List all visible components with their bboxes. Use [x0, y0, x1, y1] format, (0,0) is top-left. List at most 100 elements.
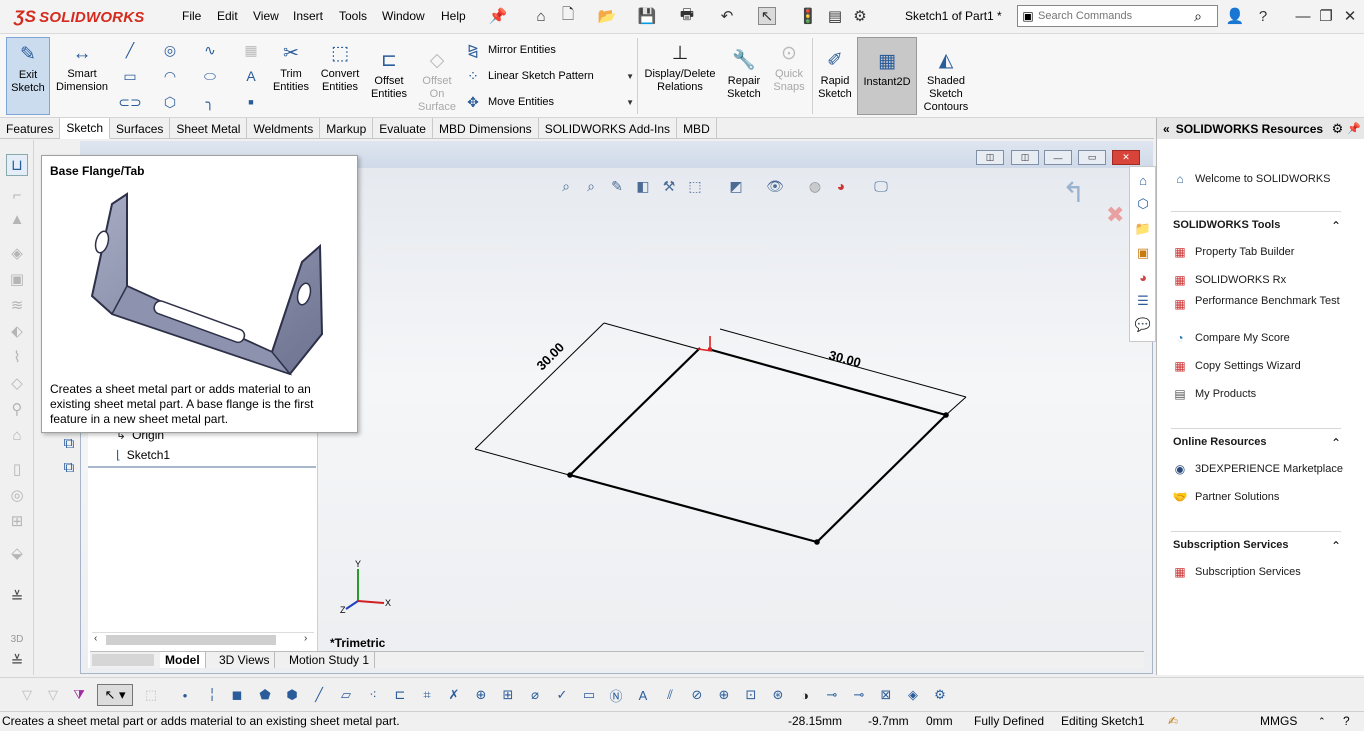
horizontal-scrollbar[interactable]: ‹ ›: [92, 632, 314, 646]
search-input[interactable]: [1038, 10, 1188, 22]
scroll-left-icon[interactable]: ‹: [94, 633, 97, 644]
restore-icon[interactable]: ❐: [1317, 7, 1335, 25]
select-other-icon[interactable]: ⬚: [142, 686, 160, 704]
minimize-icon[interactable]: —: [1294, 7, 1312, 25]
tab-and-slot-icon[interactable]: ⌂: [6, 424, 28, 446]
filter-toggle-icon[interactable]: ▽: [44, 686, 62, 704]
display-delete-relations-button[interactable]: ⊥ Display/Delete Relations: [641, 40, 719, 94]
scroll-right-icon[interactable]: ›: [304, 633, 307, 644]
filter-notes-icon[interactable]: ▭: [580, 686, 598, 704]
open-folder-icon[interactable]: 📂: [598, 7, 617, 25]
hem-icon[interactable]: ◈: [6, 242, 28, 264]
polygon-icon[interactable]: ⬡: [161, 93, 179, 111]
menu-help[interactable]: Help: [441, 9, 466, 23]
user-icon[interactable]: 👤: [1226, 7, 1245, 25]
collapse-double-chevron-icon[interactable]: «: [1163, 122, 1170, 136]
menu-tools[interactable]: Tools: [339, 9, 367, 23]
flatten-icon[interactable]: ⊞: [6, 510, 28, 532]
subscription-services-link[interactable]: ▦ Subscription Services: [1171, 563, 1300, 581]
gear-icon[interactable]: ⚙: [1332, 121, 1344, 137]
file-explorer-icon[interactable]: 📁: [1133, 219, 1153, 239]
dimension-left-label[interactable]: 30.00: [534, 340, 568, 374]
3dexperience-marketplace-link[interactable]: ◉ 3DEXPERIENCE Marketplace: [1171, 460, 1343, 478]
rebuild-icon[interactable]: ✍: [1168, 714, 1178, 728]
copy-settings-wizard-link[interactable]: ▦ Copy Settings Wizard: [1171, 357, 1300, 375]
jog-icon[interactable]: ≋: [6, 294, 28, 316]
filter-geometric-tolerance-icon[interactable]: ✓: [553, 686, 571, 704]
filter-sketch-segments-icon[interactable]: ⊏: [391, 686, 409, 704]
clear-filters-icon[interactable]: ⧩: [70, 686, 88, 704]
undo-icon[interactable]: ↶: [718, 7, 736, 25]
filter-cosmetic-threads-icon[interactable]: ⊕: [715, 686, 733, 704]
chevron-up-icon[interactable]: ⌃: [1331, 539, 1341, 553]
filter-blocks-icon[interactable]: ⊡: [742, 686, 760, 704]
filter-edges-icon[interactable]: ╎: [203, 686, 221, 704]
rebuild-traffic-light-icon[interactable]: 🚦: [799, 7, 818, 25]
display-pane-icon[interactable]: ⧉: [58, 432, 80, 454]
tab-evaluate[interactable]: Evaluate: [373, 118, 433, 139]
unfold-icon[interactable]: ▯: [6, 458, 28, 480]
filter-dimensions-icon[interactable]: ⊞: [499, 686, 517, 704]
spline-icon[interactable]: ∿: [201, 41, 219, 59]
filter-center-marks-icon[interactable]: ✗: [445, 686, 463, 704]
tab-3d-views[interactable]: 3D Views: [214, 652, 276, 668]
circle-icon[interactable]: ◎: [161, 41, 179, 59]
base-flange-icon[interactable]: ⊔: [6, 154, 28, 176]
line-icon[interactable]: ╱: [121, 41, 139, 59]
miter-flange-icon[interactable]: ▲: [6, 208, 28, 230]
text-icon[interactable]: A: [242, 67, 260, 85]
fold-icon[interactable]: ◎: [6, 484, 28, 506]
chevron-down-icon[interactable]: ▼: [626, 72, 634, 81]
trim-entities-button[interactable]: ✂ Trim Entities: [268, 40, 314, 94]
chevron-down-icon[interactable]: ▼: [626, 98, 634, 107]
chevron-down-icon[interactable]: ≚: [6, 650, 28, 672]
filter-mesh-icon[interactable]: ⚙: [931, 686, 949, 704]
shaded-sketch-contours-button[interactable]: ◭ Shaded Sketch Contours: [920, 47, 972, 114]
sketch-point[interactable]: [943, 412, 949, 418]
filter-icon[interactable]: ▽: [18, 686, 36, 704]
3d-icon[interactable]: 3D: [6, 628, 28, 650]
exit-sketch-button[interactable]: ✎ Exit Sketch: [6, 37, 50, 115]
cross-break-icon[interactable]: ⬖: [6, 320, 28, 342]
pin-icon[interactable]: 📌: [489, 7, 508, 25]
welcome-link[interactable]: ⌂ Welcome to SOLIDWORKS: [1171, 170, 1330, 188]
forum-icon[interactable]: 💬: [1133, 315, 1153, 335]
tab-solidworks-addins[interactable]: SOLIDWORKS Add-Ins: [539, 118, 678, 139]
subscription-services-section-header[interactable]: Subscription Services ⌃: [1173, 539, 1341, 553]
rectangle-icon[interactable]: ▭: [121, 67, 139, 85]
smart-dimension-button[interactable]: ↔ Smart Dimension: [54, 40, 110, 94]
edge-flange-icon[interactable]: ⌐: [6, 184, 28, 206]
solidworks-rx-link[interactable]: ▦ SOLIDWORKS Rx: [1171, 271, 1286, 289]
corners-icon[interactable]: ◇: [6, 372, 28, 394]
sketch-line-right[interactable]: [816, 414, 947, 543]
close-icon[interactable]: ✕: [1341, 7, 1359, 25]
custom-properties-icon[interactable]: ☰: [1133, 291, 1153, 311]
solidworks-resources-home-icon[interactable]: ⌂: [1133, 170, 1153, 190]
search-commands-box[interactable]: ▣ ⌕: [1017, 5, 1218, 27]
performance-benchmark-link[interactable]: ▦ Performance Benchmark Test: [1171, 295, 1351, 313]
convert-entities-button[interactable]: ⬚ Convert Entities: [316, 40, 364, 94]
property-tab-builder-link[interactable]: ▦ Property Tab Builder: [1171, 243, 1294, 261]
menu-window[interactable]: Window: [382, 9, 425, 23]
menu-file[interactable]: File: [182, 9, 201, 23]
sketched-bend-icon[interactable]: ▣: [6, 268, 28, 290]
filter-surface-bodies-icon[interactable]: ⬟: [256, 686, 274, 704]
chevron-up-icon[interactable]: ⌃: [1318, 716, 1326, 727]
tab-model[interactable]: Model: [160, 652, 206, 668]
offset-entities-button[interactable]: ⊏ Offset Entities: [366, 47, 412, 101]
chevron-up-icon[interactable]: ⌃: [1331, 436, 1341, 450]
tab-sheet-metal[interactable]: Sheet Metal: [170, 118, 248, 139]
filter-mid-points-icon[interactable]: ⊸: [850, 686, 868, 704]
filter-dowel-pin-icon[interactable]: ⊛: [769, 686, 787, 704]
filter-datum-targets-icon[interactable]: ⊘: [688, 686, 706, 704]
repair-sketch-button[interactable]: 🔧 Repair Sketch: [722, 47, 766, 101]
filter-weld-symbols-icon[interactable]: ⫽: [661, 686, 679, 704]
filter-sketch-points-icon[interactable]: ⁖: [364, 686, 382, 704]
filter-midpoints-icon[interactable]: ⌗: [418, 686, 436, 704]
design-library-icon[interactable]: ⬡: [1133, 194, 1153, 214]
offset-on-surface-button[interactable]: ◇ Offset On Surface: [414, 47, 460, 114]
select-arrow-icon[interactable]: ↖: [758, 7, 776, 25]
fillet-icon[interactable]: ╮: [201, 93, 219, 111]
tab-mbd[interactable]: MBD: [677, 118, 717, 139]
slot-icon[interactable]: ⊂⊃: [118, 93, 141, 111]
